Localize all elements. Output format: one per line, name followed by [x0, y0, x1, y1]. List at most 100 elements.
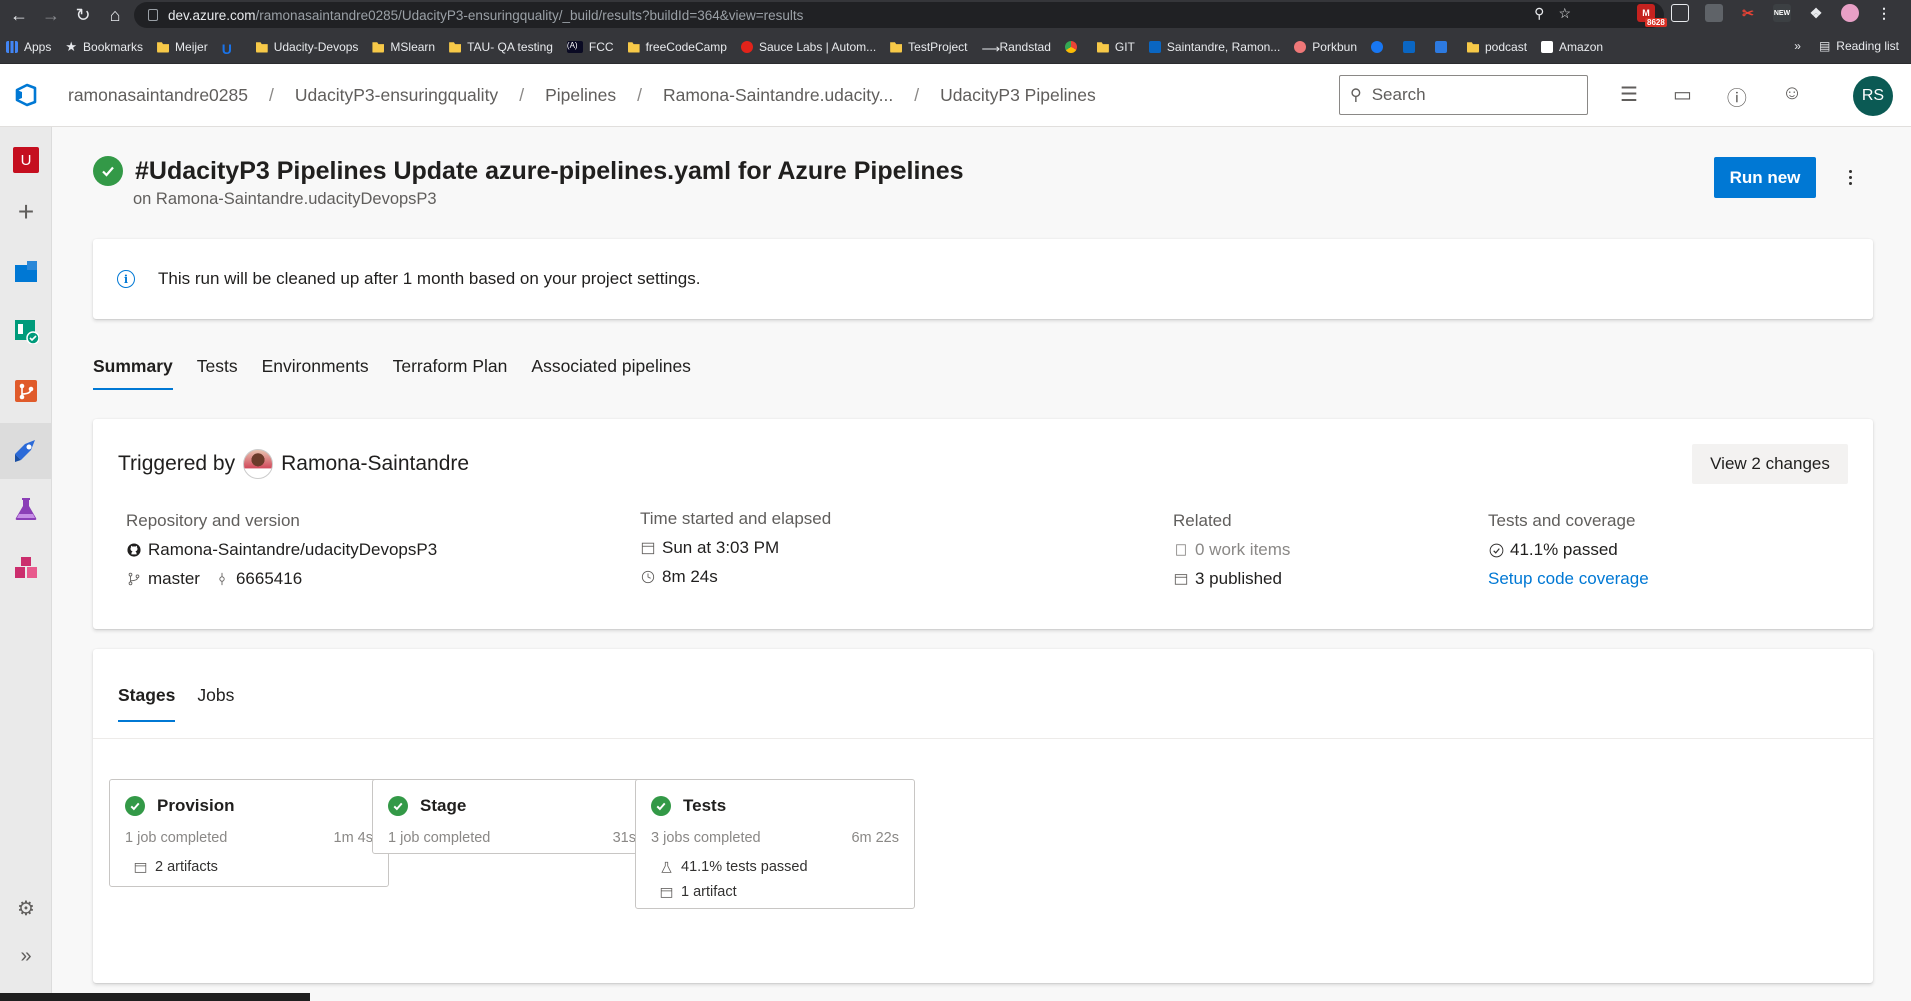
bookmark-item[interactable]: podcast	[1467, 40, 1527, 54]
collapse-rail-chevron-icon[interactable]: »	[7, 937, 45, 975]
overview-icon[interactable]	[7, 253, 45, 291]
puzzle-extensions-icon[interactable]: ❖	[1807, 4, 1825, 22]
scissors-extension-icon[interactable]: ✂	[1739, 4, 1757, 22]
breadcrumb-item[interactable]: Ramona-Saintandre.udacity...	[663, 85, 893, 106]
bookmark-item[interactable]: Amazon	[1541, 40, 1603, 54]
run-new-button[interactable]: Run new	[1714, 157, 1816, 198]
published-artifacts[interactable]: 3 published	[1195, 569, 1282, 589]
commit-hash[interactable]: 6665416	[236, 569, 302, 589]
bookmark-item[interactable]	[1435, 40, 1453, 53]
more-bookmarks-chevron[interactable]: »	[1794, 39, 1801, 53]
folder-icon	[372, 42, 385, 53]
project-settings-gear-icon[interactable]: ⚙	[7, 889, 45, 927]
project-avatar-icon[interactable]: U	[7, 141, 45, 179]
stage-detail-line[interactable]: 2 artifacts	[110, 846, 388, 875]
back-arrow-icon[interactable]: ←	[6, 2, 32, 28]
tab-tests[interactable]: Tests	[197, 356, 238, 383]
bookmark-item[interactable]: Meijer	[157, 40, 208, 54]
bookmark-item[interactable]: (A) FCC	[566, 40, 614, 54]
stage-card-provision[interactable]: Provision 1 job completed 1m 4s 2 artifacts	[109, 779, 389, 887]
breadcrumb-item[interactable]: Pipelines	[545, 85, 616, 106]
zoom-icon[interactable]: ⚲	[1534, 5, 1544, 22]
bookmark-item[interactable]: ★ Bookmarks	[65, 39, 143, 55]
bookmarks-bar: Apps ★ Bookmarks Meijer U Udacity-Devops MSlea…	[0, 30, 1911, 64]
tab-environments[interactable]: Environments	[262, 356, 369, 383]
bookmark-item[interactable]	[1371, 40, 1389, 53]
reload-icon[interactable]: ↻	[70, 2, 96, 28]
address-bar[interactable]: dev.azure.com/ramonasaintandre0285/Udaci…	[134, 2, 1664, 28]
browser-menu-icon[interactable]: ⋮	[1875, 4, 1893, 22]
repos-icon[interactable]	[7, 372, 45, 410]
breadcrumb-item[interactable]: UdacityP3-ensuringquality	[295, 85, 498, 106]
tab-summary[interactable]: Summary	[93, 356, 173, 390]
bookmark-item[interactable]: Saintandre, Ramon...	[1148, 40, 1280, 54]
search-input[interactable]: ⚲ Search	[1339, 75, 1588, 115]
reading-list-button[interactable]: ▤ Reading list	[1819, 39, 1899, 53]
stages-card: Stages Jobs Provision 1 job completed 1m 4s…	[93, 649, 1873, 983]
repo-link[interactable]: Ramona-Saintandre/udacityDevopsP3	[148, 540, 437, 560]
bookmark-item[interactable]	[1403, 40, 1421, 53]
gmail-badge: 8628	[1645, 18, 1667, 27]
tab-terraform-plan[interactable]: Terraform Plan	[393, 356, 508, 383]
forward-arrow-icon[interactable]: →	[38, 2, 64, 28]
triggered-user[interactable]: Ramona-Saintandre	[281, 452, 469, 476]
view-changes-button[interactable]: View 2 changes	[1692, 444, 1848, 484]
bookmark-item[interactable]: TestProject	[890, 40, 968, 54]
success-check-icon	[388, 796, 408, 816]
reading-list-icon: ▤	[1818, 39, 1831, 53]
user-avatar[interactable]: RS	[1853, 76, 1893, 116]
more-actions-icon[interactable]	[1840, 163, 1860, 191]
work-items[interactable]: 0 work items	[1195, 540, 1290, 560]
gmail-extension-icon[interactable]: M 8628	[1637, 4, 1667, 27]
bookmark-item[interactable]: Udacity-Devops	[255, 40, 358, 54]
screenshot-extension-icon[interactable]	[1705, 4, 1723, 22]
tab-stages[interactable]: Stages	[118, 685, 176, 722]
breadcrumb-separator: /	[637, 84, 642, 105]
bookmark-item[interactable]: GIT	[1096, 40, 1135, 54]
new-extension-icon[interactable]: NEW	[1773, 4, 1791, 22]
bookmark-item[interactable]: Apps	[6, 40, 51, 54]
tab-associated-pipelines[interactable]: Associated pipelines	[531, 356, 691, 383]
bookmark-item[interactable]: ⟶ Randstad	[982, 40, 1051, 56]
stage-detail-line[interactable]: 1 artifact	[636, 875, 914, 900]
breadcrumb-item[interactable]: UdacityP3 Pipelines	[940, 85, 1096, 106]
bookmark-item[interactable]: Sauce Labs | Autom...	[740, 40, 876, 54]
tests-passed[interactable]: 41.1% passed	[1510, 540, 1618, 560]
stages-jobs-tabs: Stages Jobs	[118, 685, 234, 722]
test-plans-icon[interactable]	[7, 490, 45, 528]
tab-jobs[interactable]: Jobs	[197, 685, 234, 712]
setup-code-coverage-link[interactable]: Setup code coverage	[1488, 569, 1649, 589]
pipelines-icon[interactable]	[0, 423, 52, 479]
run-tabs: Summary Tests Environments Terraform Plan As…	[93, 356, 691, 390]
run-title: #UdacityP3 Pipelines Update azure-pipeli…	[135, 156, 964, 185]
url-host: dev.azure.com	[168, 7, 256, 23]
stage-card-tests[interactable]: Tests 3 jobs completed 6m 22s 41.1% tests p…	[635, 779, 915, 909]
ado-header: ramonasaintandre0285 / UdacityP3-ensuringq…	[0, 64, 1911, 127]
add-icon[interactable]: +	[7, 193, 45, 231]
bookmark-star-icon[interactable]: ☆	[1558, 5, 1571, 22]
home-icon[interactable]: ⌂	[102, 2, 128, 28]
bookmark-item[interactable]	[1064, 40, 1083, 53]
folder-icon	[1467, 42, 1479, 53]
pocket-extension-icon[interactable]	[1671, 4, 1689, 22]
boards-icon[interactable]	[7, 312, 45, 350]
marketplace-bag-icon[interactable]: ▭	[1673, 82, 1692, 111]
bookmark-item[interactable]: freeCodeCamp	[627, 40, 727, 54]
stage-card-stage[interactable]: Stage 1 job completed 31s	[372, 779, 652, 854]
bookmark-item[interactable]: MSlearn	[372, 40, 435, 54]
bookmark-item[interactable]: TAU- QA testing	[449, 40, 553, 54]
bookmark-label: Porkbun	[1312, 39, 1357, 54]
list-settings-icon[interactable]: ☰	[1620, 82, 1638, 111]
profile-avatar-icon[interactable]	[1841, 4, 1859, 22]
bookmark-item[interactable]: U	[222, 41, 242, 57]
artifacts-icon[interactable]	[7, 549, 45, 587]
github-icon	[126, 542, 142, 558]
branch-name[interactable]: master	[148, 569, 200, 589]
fcc-icon: (A)	[566, 40, 583, 53]
stage-detail-line[interactable]: 41.1% tests passed	[636, 846, 914, 875]
user-settings-icon[interactable]: ☺	[1782, 82, 1802, 111]
help-icon[interactable]: ⓘ	[1727, 82, 1747, 111]
bookmark-item[interactable]: Porkbun	[1294, 40, 1357, 54]
azure-devops-logo-icon[interactable]	[0, 64, 52, 127]
breadcrumb-item[interactable]: ramonasaintandre0285	[68, 85, 248, 106]
